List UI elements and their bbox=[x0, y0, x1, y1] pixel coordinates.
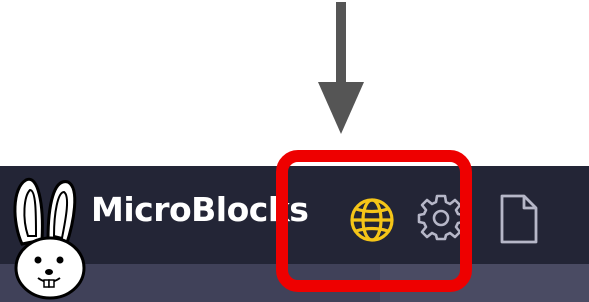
screenshot-canvas: MicroBlocks bbox=[0, 0, 589, 302]
microblocks-logo-icon bbox=[13, 177, 86, 300]
annotation-arrow-icon bbox=[318, 2, 364, 134]
toolbar-strip-right bbox=[380, 264, 589, 302]
gear-icon[interactable] bbox=[417, 194, 465, 242]
file-icon[interactable] bbox=[496, 192, 542, 246]
app-title: MicroBlocks bbox=[91, 190, 309, 229]
globe-icon[interactable] bbox=[346, 194, 398, 246]
